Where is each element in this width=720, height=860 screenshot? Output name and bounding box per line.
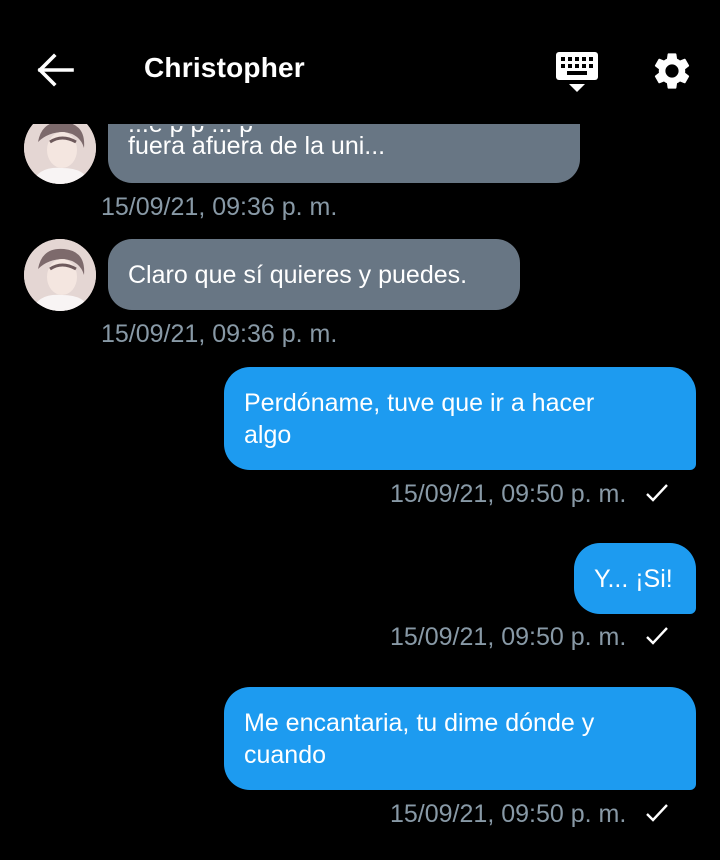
keyboard-button[interactable]: [554, 50, 600, 94]
message-bubble-outgoing[interactable]: Perdóname, tuve que ir a hacer algo: [224, 367, 696, 470]
avatar[interactable]: [24, 239, 96, 311]
message-timestamp: 15/09/21, 09:36 p. m.: [101, 193, 338, 221]
back-button[interactable]: [34, 50, 78, 90]
message-timestamp: 15/09/21, 09:50 p. m.: [390, 800, 669, 831]
timestamp-text: 15/09/21, 09:50 p. m.: [390, 480, 627, 508]
gear-icon: [650, 53, 694, 97]
message-text-line: algo: [244, 421, 292, 449]
settings-button[interactable]: [650, 49, 694, 93]
back-arrow-icon: [34, 53, 78, 94]
timestamp-text: 15/09/21, 09:50 p. m.: [390, 800, 627, 828]
message-text-line: Me encantaria, tu dime dónde y: [244, 709, 595, 737]
message-text: fuera afuera de la uni...: [128, 132, 386, 160]
message-text: Y... ¡Si!: [594, 565, 673, 593]
sent-check-icon: [645, 802, 669, 831]
message-timestamp: 15/09/21, 09:36 p. m.: [101, 320, 338, 348]
message-text-line: cuando: [244, 741, 327, 769]
conversation-title: Christopher: [144, 52, 305, 83]
message-timestamp: 15/09/21, 09:50 p. m.: [390, 480, 669, 511]
conversation-header: Christopher: [0, 0, 720, 124]
sent-check-icon: [645, 625, 669, 654]
message-timestamp: 15/09/21, 09:50 p. m.: [390, 623, 669, 654]
timestamp-text: 15/09/21, 09:50 p. m.: [390, 623, 627, 651]
sent-check-icon: [645, 482, 669, 511]
message-text: Claro que sí quieres y puedes.: [128, 261, 468, 289]
message-bubble-outgoing[interactable]: Y... ¡Si!: [574, 543, 696, 614]
message-list[interactable]: ...e p p ... p fuera afuera de la uni...…: [0, 0, 720, 860]
message-bubble-outgoing[interactable]: Me encantaria, tu dime dónde y cuando: [224, 687, 696, 790]
message-bubble-incoming[interactable]: Claro que sí quieres y puedes.: [108, 239, 520, 310]
keyboard-icon: [554, 52, 600, 98]
message-text-line: Perdóname, tuve que ir a hacer: [244, 389, 595, 417]
